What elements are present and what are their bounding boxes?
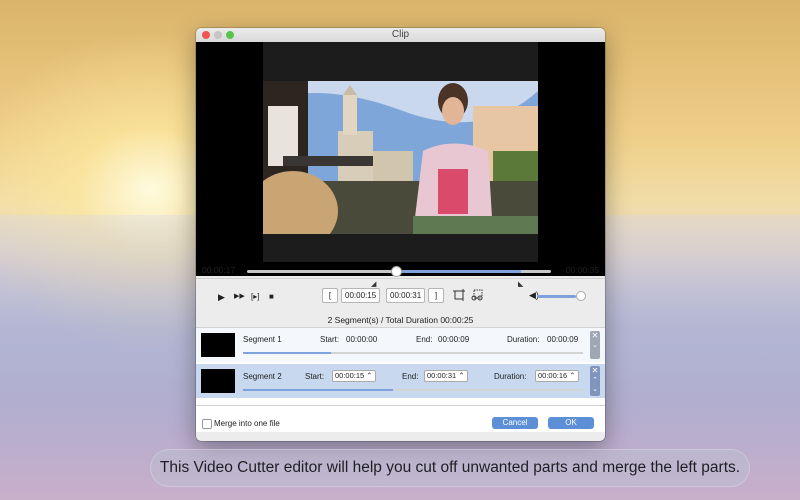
promo-caption: This Video Cutter editor will help you c… <box>150 449 750 487</box>
duration-value: 00:00:16 <box>538 371 568 380</box>
clip-window: Clip 00:00:17 ◢ ◣ 00:00:35 ▶ ▶▶ [▸] ■ [… <box>196 28 605 441</box>
total-time: 00:00:35 <box>565 265 599 275</box>
video-preview: 00:00:17 ◢ ◣ 00:00:35 <box>196 42 605 288</box>
merge-checkbox[interactable] <box>202 419 212 429</box>
playback-controls: ▶ ▶▶ [▸] ■ [ 00:00:15 00:00:31 ] ◀) <box>196 278 605 314</box>
end-label: End: <box>402 372 419 381</box>
remove-segment-icon[interactable]: ✕ <box>590 331 600 341</box>
segment-thumbnail <box>201 369 235 393</box>
segment-row[interactable]: Segment 1 Start: 00:00:00 End: 00:00:09 … <box>196 328 605 362</box>
set-end-button[interactable]: ] <box>428 288 444 303</box>
ok-button[interactable]: OK <box>548 417 594 429</box>
duration-label: Duration: <box>507 335 540 344</box>
segment-row-selected[interactable]: Segment 2 Start: 00:00:15 ⌃ End: 00:00:3… <box>196 364 605 398</box>
volume-knob[interactable] <box>576 291 587 301</box>
move-down-icon[interactable]: ⌄ <box>590 386 600 394</box>
duration-label: Duration: <box>494 372 527 381</box>
move-up-icon[interactable]: ⌃ <box>590 376 600 386</box>
dialog-footer: Merge into one file Cancel OK <box>196 405 605 441</box>
timeline-selection <box>395 270 521 273</box>
merge-label: Merge into one file <box>214 419 280 428</box>
crop-icon[interactable] <box>453 289 465 303</box>
current-time: 00:00:17 <box>202 265 236 275</box>
start-time-field[interactable]: 00:00:15 <box>341 288 381 303</box>
volume-slider[interactable] <box>537 295 577 298</box>
segment-side-panel: ✕ ⌃ ⌄ <box>590 366 600 396</box>
segment-progress-fill <box>243 389 393 391</box>
end-time-field[interactable]: 00:00:31 <box>386 288 426 303</box>
end-value: 00:00:09 <box>438 335 470 344</box>
start-label: Start: <box>320 335 340 344</box>
stop-icon[interactable]: ■ <box>269 292 274 302</box>
segment-side-panel: ✕ ⌄ <box>590 331 600 359</box>
duration-stepper[interactable]: 00:00:16 ⌃ <box>535 370 579 382</box>
scissors-icon[interactable] <box>471 289 484 303</box>
playhead-knob[interactable] <box>390 266 402 277</box>
set-start-button[interactable]: [ <box>322 288 338 303</box>
end-value: 00:00:31 <box>427 371 457 380</box>
segment-progress <box>243 389 583 391</box>
cancel-button[interactable]: Cancel <box>492 417 538 429</box>
segment-progress-fill <box>243 352 332 354</box>
title-bar: Clip <box>196 28 605 43</box>
segment-label: Segment 1 <box>243 335 282 344</box>
end-time-stepper[interactable]: 00:00:31 ⌃ <box>424 370 468 382</box>
end-label: End: <box>416 335 433 344</box>
start-time-stepper[interactable]: 00:00:15 ⌃ <box>332 370 376 382</box>
start-value: 00:00:00 <box>346 335 378 344</box>
segments-summary: 2 Segment(s) / Total Duration 00:00:25 <box>327 315 474 325</box>
video-frame-scene <box>263 81 538 234</box>
next-frame-icon[interactable]: ▶▶ <box>234 292 245 302</box>
move-down-icon[interactable]: ⌄ <box>590 341 600 351</box>
start-label: Start: <box>305 372 325 381</box>
segment-progress <box>243 352 583 354</box>
remove-segment-icon[interactable]: ✕ <box>590 366 600 376</box>
start-value: 00:00:15 <box>335 371 365 380</box>
window-title: Clip <box>391 29 410 40</box>
play-selection-icon[interactable]: [▸] <box>251 292 259 302</box>
segment-label: Segment 2 <box>243 372 282 381</box>
segment-thumbnail <box>201 333 235 357</box>
play-icon[interactable]: ▶ <box>218 292 225 302</box>
video-frame <box>263 81 538 234</box>
duration-value: 00:00:09 <box>547 335 579 344</box>
